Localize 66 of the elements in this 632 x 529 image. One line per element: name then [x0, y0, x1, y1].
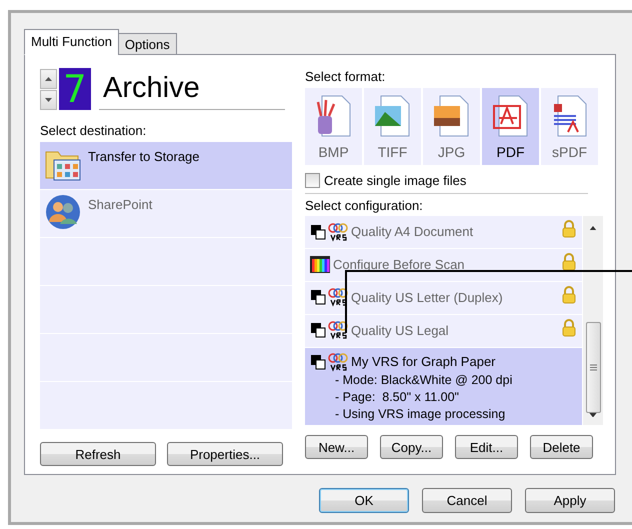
- format-label-text: sPDF: [552, 144, 587, 160]
- destination-name: SharePoint: [88, 197, 152, 212]
- format-label-text: PDF: [496, 144, 524, 160]
- configuration-item[interactable]: Configure Before Scan: [305, 248, 582, 281]
- vrs-scan-icon: [309, 352, 349, 372]
- format-tile[interactable]: PDF: [482, 88, 539, 165]
- sunset-image-icon: [432, 94, 472, 138]
- up-arrow-icon: [45, 76, 52, 80]
- spin-down-button[interactable]: [40, 90, 57, 110]
- color-bars-icon: [309, 254, 331, 274]
- spin-up-button[interactable]: [40, 68, 57, 88]
- format-label-text: JPG: [438, 144, 466, 160]
- configuration-name: Quality US Legal: [351, 322, 450, 338]
- tab[interactable]: Multi Function: [24, 29, 119, 55]
- configuration-item[interactable]: Quality A4 Document: [305, 216, 582, 248]
- destination-button[interactable]: Properties...: [167, 442, 283, 466]
- checkbox-label: Create single image files: [324, 173, 466, 188]
- configuration-name: Quality A4 Document: [351, 224, 474, 239]
- configuration-detail: - Page: 8.50" x 11.00": [334, 388, 460, 406]
- format-tile[interactable]: sPDF: [541, 88, 598, 165]
- scrollbar[interactable]: [583, 216, 603, 425]
- configuration-button[interactable]: Copy...: [380, 435, 443, 459]
- vrs-scan-icon: [309, 320, 349, 340]
- dialog-button[interactable]: Apply: [525, 488, 615, 513]
- format-label-text: TIFF: [378, 144, 408, 160]
- padlock-icon: [562, 286, 576, 304]
- destination-item[interactable]: Transfer to Storage: [40, 142, 292, 189]
- configuration-detail: - Mode: Black&White @ 200 dpi: [334, 372, 514, 388]
- dialog-button[interactable]: OK: [319, 488, 409, 513]
- tab[interactable]: Options: [118, 33, 177, 55]
- down-arrow-icon: [45, 98, 52, 102]
- profile-number: 7: [59, 68, 91, 110]
- destination-item[interactable]: SharePoint: [40, 190, 292, 237]
- profile-name: Archive: [99, 68, 285, 110]
- vrs-scan-icon: [309, 287, 349, 308]
- configuration-label: Select configuration:: [305, 198, 424, 213]
- checkbox[interactable]: [305, 173, 320, 188]
- padlock-icon: [562, 220, 576, 238]
- configuration-name: Configure Before Scan: [333, 256, 466, 272]
- configuration-button[interactable]: New...: [305, 435, 368, 459]
- format-tile[interactable]: JPG: [423, 88, 480, 165]
- destination-button[interactable]: Refresh: [40, 442, 156, 466]
- scroll-up-icon[interactable]: [589, 226, 597, 230]
- configuration-item[interactable]: Quality US Legal: [305, 314, 582, 346]
- format-label-text: BMP: [318, 144, 349, 160]
- configuration-name: My VRS for Graph Paper: [351, 354, 496, 369]
- padlock-icon: [562, 252, 576, 271]
- vrs-scan-icon: [309, 222, 349, 242]
- padlock-icon: [562, 318, 576, 337]
- pdf-document-icon: [490, 94, 530, 138]
- format-tile[interactable]: TIFF: [364, 88, 421, 165]
- format-tile[interactable]: BMP: [305, 88, 362, 165]
- format-label: Select format:: [305, 69, 386, 84]
- configuration-button[interactable]: Edit...: [455, 435, 518, 459]
- scrollbar-thumb[interactable]: [586, 322, 600, 412]
- configuration-button[interactable]: Delete: [530, 435, 593, 459]
- configuration-name: Quality US Letter (Duplex): [351, 290, 504, 305]
- configuration-item[interactable]: My VRS for Graph Paper - Mode: Black&White @ 200 dpi - Page: 8.50" x 11.00" - Using VRS image processing: [305, 348, 582, 426]
- dialog-button[interactable]: Cancel: [422, 488, 512, 513]
- configuration-item[interactable]: Quality US Letter (Duplex): [305, 282, 582, 314]
- people-icon: [44, 194, 82, 230]
- landscape-image-icon: [372, 94, 412, 138]
- destination-name: Transfer to Storage: [88, 149, 200, 164]
- destination-label: Select destination:: [40, 123, 148, 138]
- grip-icon: [590, 364, 596, 371]
- configuration-detail: - Using VRS image processing: [334, 406, 506, 422]
